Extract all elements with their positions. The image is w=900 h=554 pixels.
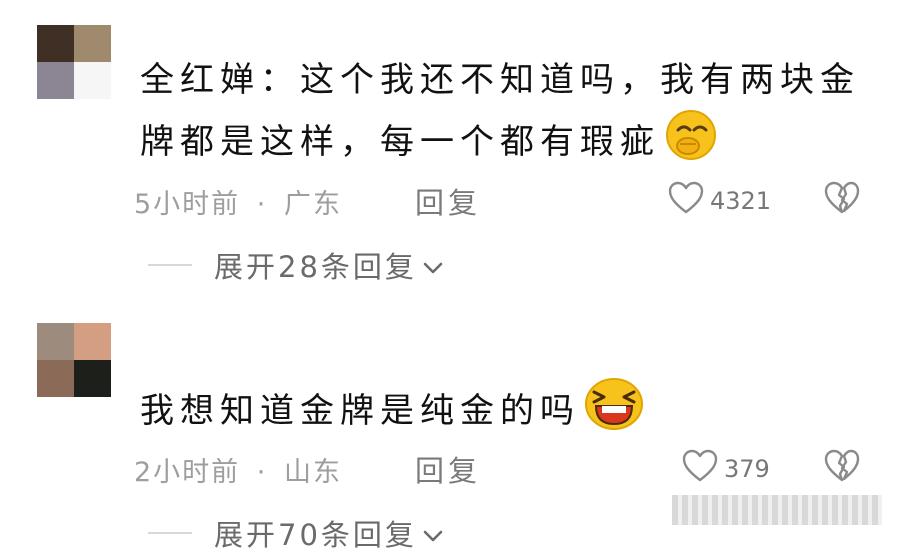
broken-heart-icon bbox=[824, 181, 860, 214]
comment-meta: 2小时前 · 山东 bbox=[134, 450, 342, 489]
like-count: 4321 bbox=[710, 187, 772, 215]
location: 山东 bbox=[283, 457, 342, 488]
like-button[interactable]: 4321 bbox=[668, 181, 771, 221]
reply-button[interactable]: 回复 bbox=[415, 448, 481, 490]
dislike-button[interactable] bbox=[824, 181, 860, 217]
timestamp: 2小时前 bbox=[134, 457, 241, 488]
comment-text: 我想知道金牌是纯金的吗 bbox=[140, 376, 880, 449]
heart-outline-icon bbox=[682, 449, 718, 489]
expand-replies-label: 展开70条回复 bbox=[214, 518, 417, 552]
avatar[interactable] bbox=[37, 323, 111, 397]
meta-separator: · bbox=[256, 457, 268, 488]
comment-text-content: 全红婵：这个我还不知道吗，我有两块金牌都是这样，每一个都有瑕疵 bbox=[140, 60, 860, 162]
timestamp: 5小时前 bbox=[134, 189, 241, 220]
like-button[interactable]: 379 bbox=[682, 449, 770, 489]
location: 广东 bbox=[283, 189, 342, 220]
divider-dash bbox=[148, 532, 192, 534]
heart-outline-icon bbox=[668, 181, 704, 221]
comment-text-content: 我想知道金牌是纯金的吗 bbox=[140, 391, 580, 431]
reply-button[interactable]: 回复 bbox=[415, 180, 481, 222]
grin-squint-emoji bbox=[584, 376, 644, 449]
dislike-button[interactable] bbox=[824, 449, 860, 485]
expand-replies-label: 展开28条回复 bbox=[214, 250, 417, 284]
blurred-watermark bbox=[672, 495, 882, 525]
cover-mouth-laugh-emoji bbox=[664, 108, 718, 179]
like-count: 379 bbox=[724, 455, 770, 483]
divider-dash bbox=[148, 264, 192, 266]
chevron-down-icon bbox=[423, 248, 443, 282]
meta-separator: · bbox=[256, 189, 268, 220]
expand-replies-button[interactable]: 展开28条回复 bbox=[148, 244, 443, 286]
broken-heart-icon bbox=[824, 449, 860, 482]
comment-text: 全红婵：这个我还不知道吗，我有两块金牌都是这样，每一个都有瑕疵 bbox=[140, 52, 880, 179]
comment-meta: 5小时前 · 广东 bbox=[134, 182, 342, 221]
chevron-down-icon bbox=[423, 516, 443, 550]
avatar[interactable] bbox=[37, 25, 111, 99]
expand-replies-button[interactable]: 展开70条回复 bbox=[148, 512, 443, 554]
